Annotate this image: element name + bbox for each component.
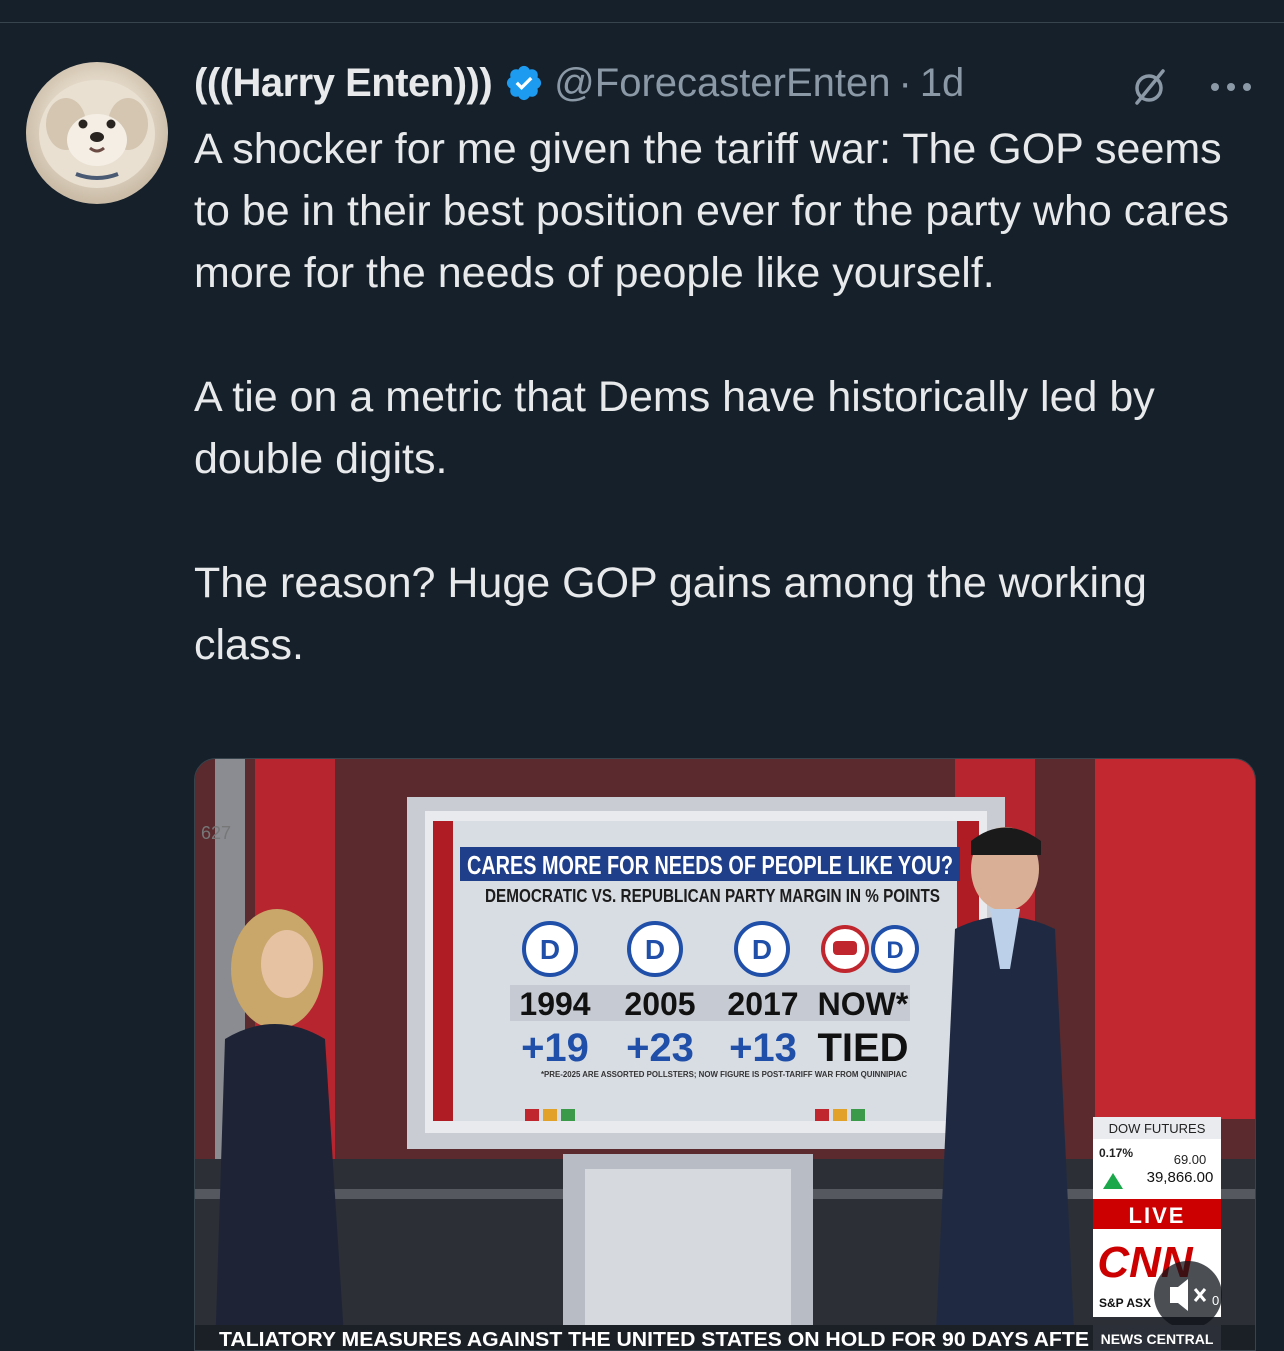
year-label: NOW* bbox=[818, 986, 909, 1022]
tweet-paragraph: The reason? Huge GOP gains among the wor… bbox=[194, 559, 1147, 669]
margin-value: +19 bbox=[521, 1026, 589, 1070]
news-central-label: NEWS CENTRAL bbox=[1101, 1331, 1214, 1347]
timestamp[interactable]: 1d bbox=[920, 61, 965, 106]
year-label: 2005 bbox=[624, 986, 695, 1022]
dem-logo-icon: D bbox=[871, 925, 919, 973]
tweet: (((Harry Enten))) @ForecasterEnten · 1d … bbox=[194, 52, 1264, 676]
ticker-value: 39,866.00 bbox=[1147, 1169, 1214, 1186]
news-crawl: TALIATORY MEASURES AGAINST THE UNITED ST… bbox=[219, 1329, 1089, 1351]
tweet-text: A shocker for me given the tariff war: T… bbox=[194, 118, 1264, 676]
ticker-title: DOW FUTURES bbox=[1109, 1121, 1206, 1136]
margin-value: TIED bbox=[817, 1026, 908, 1070]
svg-text:D: D bbox=[540, 934, 560, 965]
top-divider bbox=[0, 22, 1284, 23]
dem-logo-icon: D bbox=[627, 921, 683, 977]
verified-badge-icon[interactable] bbox=[504, 63, 544, 103]
tweet-paragraph: A tie on a metric that Dems have histori… bbox=[194, 373, 1155, 483]
tweet-video[interactable]: 627 CARES MORE FOR NEEDS OF PEOPLE LIKE … bbox=[194, 758, 1256, 1351]
dem-logo-icon: D bbox=[522, 921, 578, 977]
dem-logo-icon: D bbox=[734, 921, 790, 977]
year-label: 1994 bbox=[519, 986, 590, 1022]
svg-text:D: D bbox=[886, 937, 903, 964]
separator-dot: · bbox=[898, 60, 912, 105]
margin-value: +13 bbox=[729, 1026, 797, 1070]
index-label: S&P ASX bbox=[1099, 1296, 1151, 1310]
margin-value: +23 bbox=[626, 1026, 694, 1070]
ticker-change: 69.00 bbox=[1174, 1152, 1207, 1167]
svg-text:D: D bbox=[752, 934, 772, 965]
tweet-paragraph: A shocker for me given the tariff war: T… bbox=[194, 125, 1229, 297]
mute-button[interactable]: 0 bbox=[1154, 1261, 1222, 1329]
svg-text:0: 0 bbox=[1212, 1293, 1219, 1308]
year-label: 2017 bbox=[727, 986, 798, 1022]
board-subtitle: DEMOCRATIC VS. REPUBLICAN PARTY MARGIN I… bbox=[485, 886, 940, 906]
handle[interactable]: @ForecasterEnten bbox=[554, 61, 890, 106]
ticker-percent: 0.17% bbox=[1099, 1146, 1133, 1160]
background-number: 627 bbox=[201, 823, 231, 843]
grok-icon[interactable] bbox=[1129, 67, 1169, 107]
gop-logo-icon bbox=[821, 925, 869, 973]
avatar[interactable] bbox=[26, 62, 168, 204]
svg-text:D: D bbox=[645, 934, 665, 965]
display-name[interactable]: (((Harry Enten))) bbox=[194, 61, 493, 106]
board-footnote: *PRE-2025 ARE ASSORTED POLLSTERS; NOW FI… bbox=[541, 1070, 907, 1079]
tweet-header: (((Harry Enten))) @ForecasterEnten · 1d bbox=[194, 52, 1264, 114]
live-badge: LIVE bbox=[1129, 1203, 1186, 1228]
more-options-icon[interactable] bbox=[1206, 65, 1256, 105]
dog-avatar-image bbox=[39, 80, 155, 188]
board-title: CARES MORE FOR NEEDS OF PEOPLE LIKE YOU? bbox=[467, 850, 953, 880]
